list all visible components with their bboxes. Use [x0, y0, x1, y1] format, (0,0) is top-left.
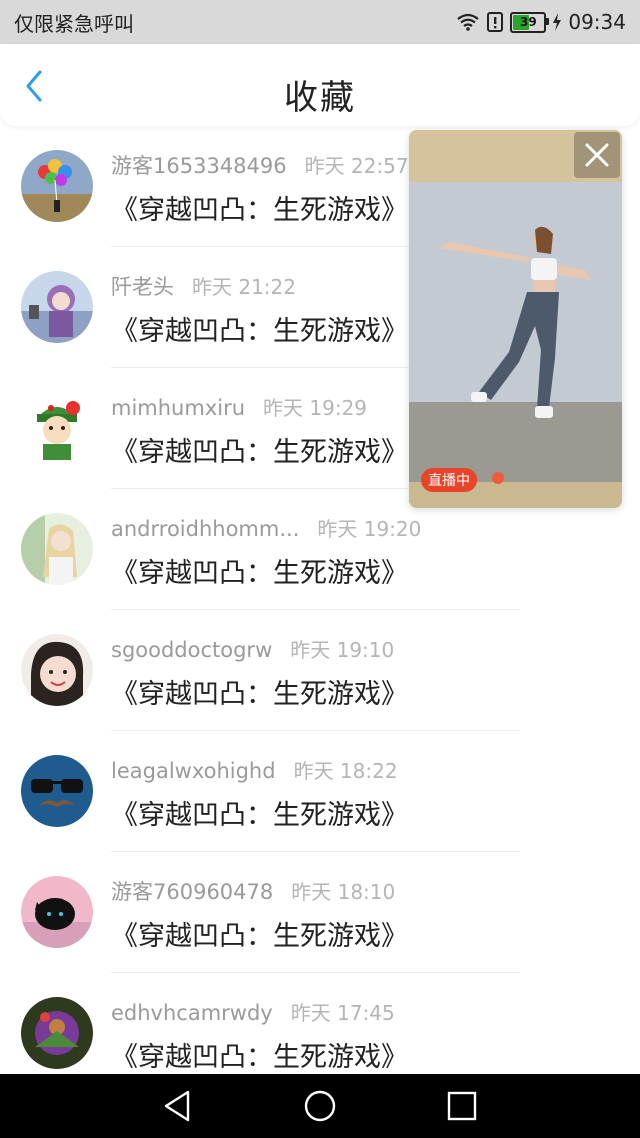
- charging-icon: [553, 13, 562, 31]
- timestamp: 昨天 18:22: [293, 759, 398, 783]
- message-text: 《穿越凹凸：生死游戏》: [111, 558, 408, 589]
- navigation-bar: [0, 1074, 640, 1138]
- list-item[interactable]: leagalwxohighd 昨天 18:22 《穿越凹凸：生死游戏》: [0, 731, 640, 852]
- avatar[interactable]: [21, 876, 93, 948]
- message-text: 《穿越凹凸：生死游戏》: [111, 316, 408, 347]
- username: 游客1653348496: [111, 154, 287, 178]
- alert-icon: [487, 12, 504, 32]
- live-stream-window[interactable]: 直播中: [409, 130, 622, 508]
- username: 阡老头: [111, 275, 174, 299]
- timestamp: 昨天 19:20: [317, 517, 422, 541]
- username: andrroidhhomm...: [111, 517, 300, 541]
- avatar[interactable]: [21, 513, 93, 585]
- timestamp: 昨天 17:45: [290, 1001, 395, 1025]
- message-text: 《穿越凹凸：生死游戏》: [111, 921, 408, 952]
- wifi-icon: [457, 13, 480, 31]
- nav-home-icon[interactable]: [302, 1088, 338, 1124]
- message-text: 《穿越凹凸：生死游戏》: [111, 679, 408, 710]
- close-button[interactable]: [574, 132, 620, 178]
- avatar[interactable]: [21, 997, 93, 1069]
- timestamp: 昨天 21:22: [192, 275, 296, 299]
- avatar[interactable]: [21, 634, 93, 706]
- timestamp: 昨天 19:29: [263, 396, 368, 420]
- list-item[interactable]: sgooddoctogrw 昨天 19:10 《穿越凹凸：生死游戏》: [0, 610, 640, 731]
- live-indicator-dot: [492, 472, 504, 484]
- live-video-frame: [409, 130, 622, 508]
- header-bar: 收藏: [0, 44, 640, 126]
- message-text: 《穿越凹凸：生死游戏》: [111, 195, 408, 226]
- live-badge: 直播中: [421, 468, 477, 492]
- timestamp: 昨天 19:10: [290, 638, 395, 662]
- message-text: 《穿越凹凸：生死游戏》: [111, 1042, 408, 1073]
- nav-recents-icon[interactable]: [444, 1088, 480, 1124]
- status-bar: 仅限紧急呼叫 39 09:34: [0, 0, 640, 44]
- username: sgooddoctogrw: [111, 638, 273, 662]
- status-icons: 39 09:34: [456, 8, 626, 36]
- nav-back-icon[interactable]: [160, 1088, 196, 1124]
- avatar[interactable]: [21, 271, 93, 343]
- battery-icon: 39: [510, 11, 550, 33]
- close-icon: [585, 143, 609, 167]
- message-text: 《穿越凹凸：生死游戏》: [111, 800, 408, 831]
- avatar[interactable]: [21, 755, 93, 827]
- username: edhvhcamrwdy: [111, 1001, 273, 1025]
- avatar[interactable]: [21, 392, 93, 464]
- username: mimhumxiru: [111, 396, 246, 420]
- clock: 09:34: [568, 10, 626, 34]
- username: 游客760960478: [111, 880, 274, 904]
- message-text: 《穿越凹凸：生死游戏》: [111, 437, 408, 468]
- avatar[interactable]: [21, 150, 93, 222]
- timestamp: 昨天 18:10: [291, 880, 396, 904]
- page-title: 收藏: [284, 78, 356, 118]
- list-item[interactable]: 游客760960478 昨天 18:10 《穿越凹凸：生死游戏》: [0, 852, 640, 973]
- timestamp: 昨天 22:57: [304, 154, 409, 178]
- battery-level: 39: [520, 15, 537, 29]
- carrier-text: 仅限紧急呼叫: [14, 12, 134, 36]
- username: leagalwxohighd: [111, 759, 276, 783]
